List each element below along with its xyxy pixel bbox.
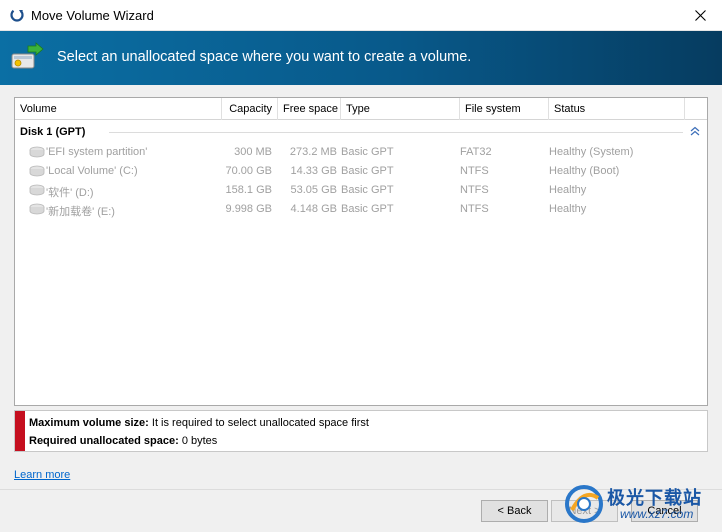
volume-capacity: 9.998 GB [225,203,272,215]
column-capacity[interactable]: Capacity [222,98,278,120]
volume-status: Healthy (Boot) [549,165,620,177]
required-space-label: Required unallocated space: [29,435,179,447]
volume-capacity: 300 MB [234,146,272,158]
warning-bar [15,411,25,451]
volume-file-system: NTFS [460,203,489,215]
volume-free-space: 14.33 GB [290,165,337,177]
required-space-value: 0 bytes [178,435,218,447]
volume-capacity: 70.00 GB [225,165,272,177]
required-space: Required unallocated space: 0 bytes [29,435,217,447]
volume-name: '新加载卷' (E:) [46,206,115,218]
column-file-system[interactable]: File system [460,98,549,120]
volume-file-system: NTFS [460,165,489,177]
volume-status: Healthy [549,203,587,215]
volume-type: Basic GPT [341,184,394,196]
learn-more-link[interactable]: Learn more [14,469,70,481]
watermark: 极光下载站 www.xz7.com [562,478,722,532]
volume-type: Basic GPT [341,203,394,215]
column-status[interactable]: Status [549,98,685,120]
volume-free-space: 273.2 MB [289,146,337,158]
volume-list[interactable]: Volume Capacity Free space Type File sys… [14,97,708,406]
volume-capacity: 158.1 GB [225,184,272,196]
banner-text: Select an unallocated space where you wa… [57,49,472,65]
volume-row: '软件' (D:) 158.1 GB 53.05 GB Basic GPT NT… [15,181,707,200]
volume-status: Healthy [549,184,587,196]
volume-free-space: 53.05 GB [290,184,337,196]
wizard-banner: Select an unallocated space where you wa… [0,31,722,85]
volume-type: Basic GPT [341,146,394,158]
disk-icon [29,146,45,158]
disk-label: Disk 1 (GPT) [20,126,86,138]
disk-group-row[interactable]: Disk 1 (GPT) [15,122,707,142]
volume-file-system: NTFS [460,184,489,196]
close-button[interactable] [678,0,722,31]
volume-status: Healthy (System) [549,146,634,158]
back-button[interactable]: < Back [481,500,548,522]
column-free-space[interactable]: Free space [278,98,341,120]
volume-free-space: 4.148 GB [290,203,337,215]
info-box: Maximum volume size: It is required to s… [14,410,708,452]
list-header: Volume Capacity Free space Type File sys… [15,98,707,120]
window-title: Move Volume Wizard [31,8,154,23]
volume-row: 'EFI system partition' 300 MB 273.2 MB B… [15,143,707,162]
column-type[interactable]: Type [341,98,460,120]
disk-icon [29,165,45,177]
title-bar: Move Volume Wizard [0,0,722,31]
volume-file-system: FAT32 [460,146,492,158]
max-volume-value: It is required to select unallocated spa… [148,417,369,429]
group-divider [109,132,683,133]
volume-name: '软件' (D:) [46,187,94,199]
app-icon [10,8,24,22]
column-volume[interactable]: Volume [15,98,222,120]
close-icon [694,10,706,21]
collapse-icon[interactable] [690,126,700,136]
watermark-logo-icon [565,485,603,523]
max-volume-size: Maximum volume size: It is required to s… [29,417,369,429]
watermark-url: www.xz7.com [620,507,694,521]
volume-row: 'Local Volume' (C:) 70.00 GB 14.33 GB Ba… [15,162,707,181]
max-volume-label: Maximum volume size: [29,417,149,429]
volume-name: 'Local Volume' (C:) [46,165,138,177]
volume-type: Basic GPT [341,165,394,177]
volume-name: 'EFI system partition' [46,146,148,158]
disk-icon [29,203,45,215]
disk-icon [29,184,45,196]
volume-row: '新加载卷' (E:) 9.998 GB 4.148 GB Basic GPT … [15,200,707,219]
move-volume-icon [11,42,44,69]
